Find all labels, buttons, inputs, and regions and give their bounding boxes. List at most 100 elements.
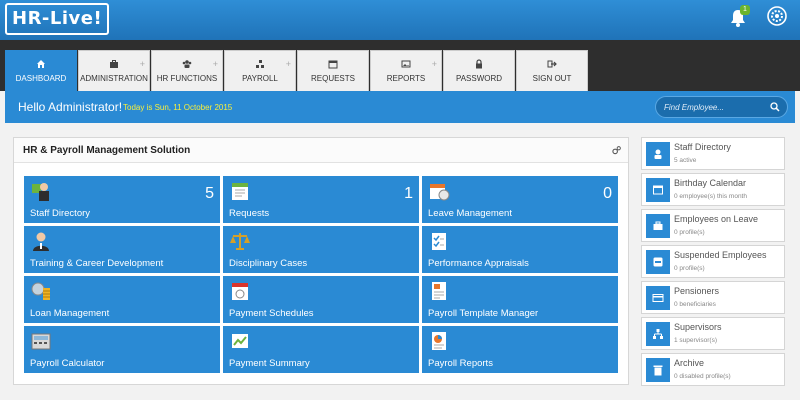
training-icon — [33, 232, 49, 251]
sidebar-item-suspended-employees[interactable]: Suspended Employees 0 profile(s) — [641, 245, 785, 278]
sidebar-item-title: Pensioners — [674, 286, 720, 296]
sidebar-item-subtitle: 0 employee(s) this month — [674, 193, 747, 200]
tab-sign-out[interactable]: SIGN OUT — [516, 50, 588, 91]
tile-label: Performance Appraisals — [428, 258, 529, 269]
module-tiles: Staff Directory 5 Requests 1 Leave Manag… — [24, 176, 620, 373]
tile-payment-schedules[interactable]: Payment Schedules — [223, 276, 419, 323]
trash-icon — [646, 358, 670, 382]
find-employee-search — [655, 96, 788, 118]
tile-label: Staff Directory — [30, 208, 91, 219]
staff-icon — [32, 183, 49, 201]
tile-payroll-calculator[interactable]: Payroll Calculator — [24, 326, 220, 373]
sidebar-item-pensioners[interactable]: Pensioners 0 beneficiaries — [641, 281, 785, 314]
expand-plus-icon: + — [431, 59, 437, 69]
tile-label: Disciplinary Cases — [229, 258, 308, 269]
notification-badge: 1 — [740, 5, 750, 15]
tile-count: 0 — [603, 185, 612, 202]
tile-loan-management[interactable]: Loan Management — [24, 276, 220, 323]
settings-gear-icon[interactable] — [767, 6, 787, 26]
card-header: HR & Payroll Management Solution — [14, 138, 628, 163]
greeting-text: Hello Administrator! — [18, 100, 123, 114]
calendar-icon — [328, 60, 338, 69]
hierarchy-icon — [646, 322, 670, 346]
sidebar-item-supervisors[interactable]: Supervisors 1 supervisor(s) — [641, 317, 785, 350]
search-icon[interactable] — [770, 102, 780, 112]
tab-label: DASHBOARD — [15, 74, 67, 83]
dashboard-card: HR & Payroll Management Solution Staff D… — [13, 137, 629, 385]
tile-count: 5 — [205, 185, 214, 202]
tile-staff-directory[interactable]: Staff Directory 5 — [24, 176, 220, 223]
tab-dashboard[interactable]: DASHBOARD — [5, 50, 77, 91]
tile-payroll-reports[interactable]: Payroll Reports — [422, 326, 618, 373]
picture-icon — [401, 60, 411, 68]
tab-label: HR FUNCTIONS — [156, 74, 218, 83]
tab-label: PASSWORD — [455, 74, 503, 83]
sign-out-icon — [547, 60, 557, 68]
find-employee-input[interactable] — [664, 100, 764, 114]
sidebar-item-subtitle: 5 active — [674, 157, 697, 164]
sidebar-item-subtitle: 0 profile(s) — [674, 265, 705, 272]
sidebar-item-employees-on-leave[interactable]: Employees on Leave 0 profile(s) — [641, 209, 785, 242]
app-logo[interactable]: HR-Live! — [5, 3, 110, 35]
tile-label: Requests — [229, 208, 270, 219]
summary-icon — [232, 334, 248, 348]
tile-requests[interactable]: Requests 1 — [223, 176, 419, 223]
tile-training[interactable]: Training & Career Development — [24, 226, 220, 273]
tile-label: Loan Management — [30, 308, 110, 319]
main-panel: Hello Administrator! Today is Sun, 11 Oc… — [0, 91, 800, 400]
settings-icon[interactable] — [612, 146, 621, 155]
template-icon — [432, 282, 446, 300]
calculator-icon — [31, 333, 51, 350]
sitemap-icon — [256, 60, 264, 68]
home-icon — [37, 60, 45, 68]
schedule-icon — [232, 283, 248, 300]
tile-label: Leave Management — [428, 208, 512, 219]
tab-hr-functions[interactable]: HR FUNCTIONS + — [151, 50, 223, 91]
checklist-icon — [432, 233, 446, 250]
expand-plus-icon: + — [285, 59, 291, 69]
tile-payroll-template-manager[interactable]: Payroll Template Manager — [422, 276, 618, 323]
stats-sidebar: Staff Directory 5 active Birthday Calend… — [641, 137, 785, 389]
tile-label: Payroll Reports — [428, 358, 493, 369]
sidebar-item-title: Supervisors — [674, 322, 722, 332]
tab-label: REPORTS — [386, 74, 426, 83]
tile-performance-appraisals[interactable]: Performance Appraisals — [422, 226, 618, 273]
briefcase-icon — [110, 60, 118, 68]
sidebar-item-title: Suspended Employees — [674, 250, 767, 260]
main-nav-tabs: DASHBOARD ADMINISTRATION + HR FUNCTIONS … — [5, 50, 589, 91]
tab-requests[interactable]: REQUESTS — [297, 50, 369, 91]
tab-label: REQUESTS — [310, 74, 355, 83]
tile-label: Payment Schedules — [229, 308, 314, 319]
sidebar-item-birthday-calendar[interactable]: Birthday Calendar 0 employee(s) this mon… — [641, 173, 785, 206]
reports-icon — [432, 332, 446, 350]
user-icon — [646, 142, 670, 166]
tab-reports[interactable]: REPORTS + — [370, 50, 442, 91]
leave-icon — [430, 184, 450, 201]
sidebar-item-title: Archive — [674, 358, 705, 368]
card-icon — [646, 286, 670, 310]
tile-disciplinary-cases[interactable]: Disciplinary Cases — [223, 226, 419, 273]
sidebar-item-subtitle: 1 supervisor(s) — [674, 337, 717, 344]
sidebar-item-title: Birthday Calendar — [674, 178, 747, 188]
tab-administration[interactable]: ADMINISTRATION + — [78, 50, 150, 91]
sidebar-item-staff-directory[interactable]: Staff Directory 5 active — [641, 137, 785, 170]
tile-label: Training & Career Development — [30, 258, 164, 269]
tab-password[interactable]: PASSWORD — [443, 50, 515, 91]
coins-icon — [31, 282, 50, 300]
sidebar-item-subtitle: 0 beneficiaries — [674, 301, 716, 308]
requests-icon — [232, 183, 248, 200]
card-title: HR & Payroll Management Solution — [23, 145, 191, 156]
tile-leave-management[interactable]: Leave Management 0 — [422, 176, 618, 223]
tile-label: Payment Summary — [229, 358, 310, 369]
briefcase-icon — [646, 214, 670, 238]
tab-label: ADMINISTRATION — [80, 74, 148, 83]
minus-icon — [646, 250, 670, 274]
tab-label: PAYROLL — [242, 74, 278, 83]
tile-payment-summary[interactable]: Payment Summary — [223, 326, 419, 373]
sidebar-item-archive[interactable]: Archive 0 disabled profile(s) — [641, 353, 785, 386]
tile-label: Payroll Template Manager — [428, 308, 539, 319]
top-bar: HR-Live! 1 — [0, 0, 800, 40]
expand-plus-icon: + — [139, 59, 145, 69]
expand-plus-icon: + — [212, 59, 218, 69]
tab-payroll[interactable]: PAYROLL + — [224, 50, 296, 91]
